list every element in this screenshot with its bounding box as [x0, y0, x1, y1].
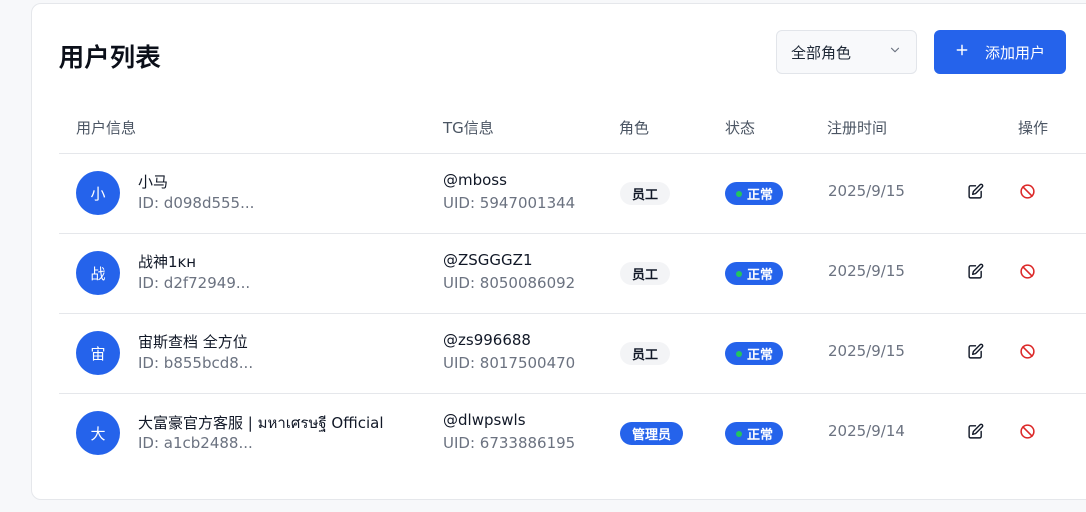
ban-button[interactable] [1018, 182, 1036, 200]
column-header-register-time: 注册时间 [827, 119, 888, 137]
add-user-label: 添加用户 [984, 43, 1045, 62]
column-header-role: 角色 [619, 119, 650, 137]
ban-button[interactable] [1018, 422, 1036, 440]
user-id: ID: d2f72949... [138, 274, 251, 292]
role-badge: 员工 [620, 182, 671, 205]
page-title: 用户列表 [59, 43, 162, 72]
status-badge: 正常 [725, 182, 784, 205]
tg-uid: UID: 8050086092 [443, 274, 576, 292]
add-user-button[interactable]: 添加用户 [934, 30, 1066, 74]
user-name: 小马 [138, 173, 169, 191]
edit-button[interactable] [966, 422, 984, 440]
tg-username: @mboss [443, 171, 507, 189]
column-header-actions: 操作 [1018, 119, 1049, 137]
tg-username: @ZSGGGZ1 [443, 251, 533, 269]
user-id: ID: d098d555... [138, 194, 255, 212]
user-name: 宙斯查档 全方位 [138, 333, 248, 351]
register-date: 2025/9/15 [828, 342, 905, 360]
status-dot-icon [736, 270, 742, 277]
table-header: 用户信息 TG信息 角色 状态 注册时间 操作 [59, 104, 1086, 154]
role-badge: 员工 [620, 342, 671, 365]
edit-icon [967, 423, 984, 440]
status-label: 正常 [747, 428, 774, 443]
tg-uid: UID: 5947001344 [443, 194, 576, 212]
user-name: 大富豪官方客服 | มหาเศรษฐี Official [138, 414, 384, 432]
edit-icon [967, 183, 984, 200]
status-badge: 正常 [725, 422, 784, 445]
ban-button[interactable] [1018, 342, 1036, 360]
role-badge: 员工 [620, 262, 671, 285]
plus-icon [955, 43, 969, 61]
status-badge: 正常 [725, 262, 784, 285]
edit-button[interactable] [966, 182, 984, 200]
ban-icon [1019, 343, 1036, 360]
chevron-down-icon [888, 43, 902, 61]
status-label: 正常 [747, 348, 774, 363]
register-date: 2025/9/15 [828, 182, 905, 200]
edit-button[interactable] [966, 342, 984, 360]
avatar: 小 [76, 171, 120, 215]
avatar: 战 [76, 251, 120, 295]
status-dot-icon [736, 350, 742, 357]
user-id: ID: a1cb2488... [138, 434, 253, 452]
register-date: 2025/9/14 [828, 422, 905, 440]
role-badge: 管理员 [620, 422, 684, 445]
table-row: 宙宙斯查档 全方位 ID: b855bcd8... @zs996688 UID: 80… [59, 314, 1086, 394]
role-filter-select[interactable]: 全部角色 [776, 30, 917, 74]
column-header-user-info: 用户信息 [76, 119, 137, 137]
table-row: 小小马 ID: d098d555... @mboss UID: 5947001344 员… [59, 154, 1086, 234]
tg-uid: UID: 8017500470 [443, 354, 576, 372]
column-header-status: 状态 [725, 119, 756, 137]
ban-icon [1019, 423, 1036, 440]
user-id: ID: b855bcd8... [138, 354, 254, 372]
avatar: 宙 [76, 331, 120, 375]
status-dot-icon [736, 190, 742, 197]
edit-button[interactable] [966, 262, 984, 280]
status-dot-icon [736, 430, 742, 437]
ban-icon [1019, 183, 1036, 200]
status-label: 正常 [747, 268, 774, 283]
status-badge: 正常 [725, 342, 784, 365]
edit-icon [967, 343, 984, 360]
table-row: 战战神1ĸн ID: d2f72949... @ZSGGGZ1 UID: 805008… [59, 234, 1086, 314]
tg-username: @zs996688 [443, 331, 531, 349]
role-filter-value: 全部角色 [791, 43, 852, 62]
avatar: 大 [76, 411, 120, 455]
ban-icon [1019, 263, 1036, 280]
register-date: 2025/9/15 [828, 262, 905, 280]
user-list-card: 用户列表 全部角色 添加用户 用户信息 TG信息 角色 状态 注册时间 操作 小… [31, 3, 1086, 500]
column-header-tg-info: TG信息 [443, 119, 494, 137]
table-row: 大大富豪官方客服 | มหาเศรษฐี Official ID: a1cb248… [59, 394, 1086, 474]
tg-username: @dlwpswls [443, 411, 526, 429]
edit-icon [967, 263, 984, 280]
status-label: 正常 [747, 188, 774, 203]
ban-button[interactable] [1018, 262, 1036, 280]
user-name: 战神1ĸн [138, 253, 197, 271]
tg-uid: UID: 6733886195 [443, 434, 576, 452]
